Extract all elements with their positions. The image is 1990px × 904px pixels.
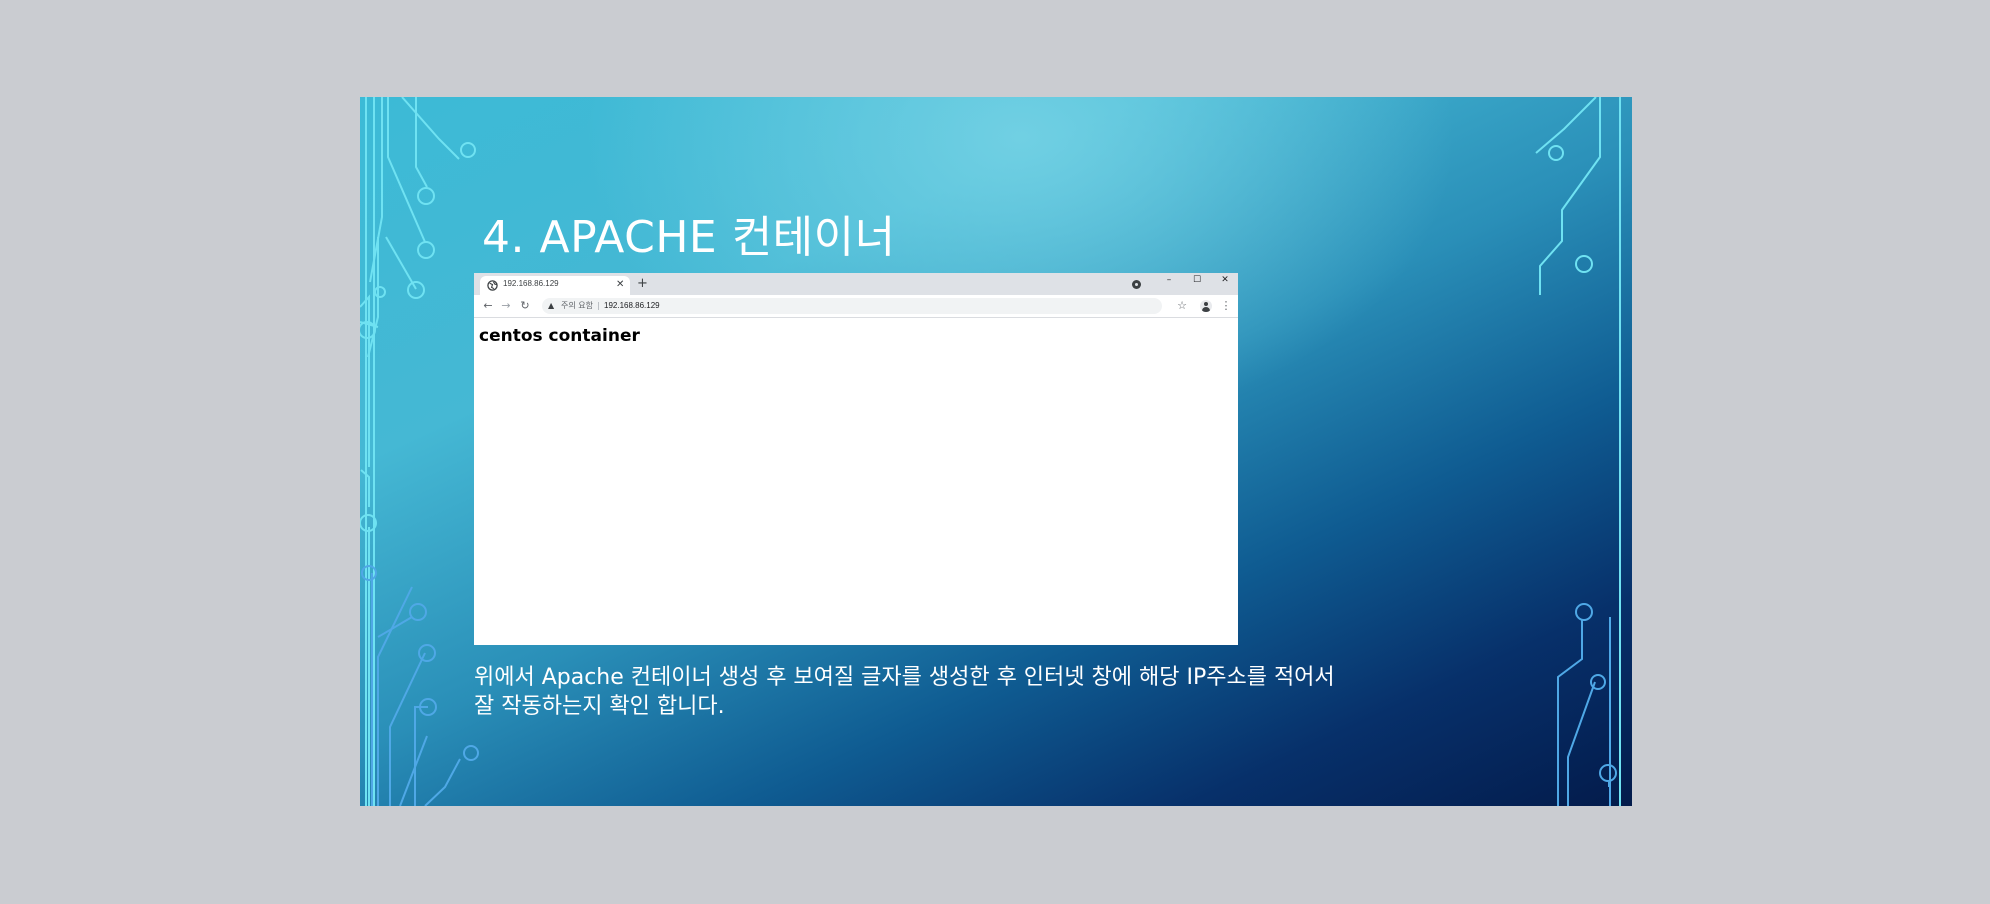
slide-caption: 위에서 Apache 컨테이너 생성 후 보여질 글자를 생성한 후 인터넷 창… xyxy=(474,663,1474,721)
maximize-button[interactable]: ☐ xyxy=(1184,273,1210,289)
window-close-button[interactable]: ✕ xyxy=(1212,273,1238,289)
browser-window-screenshot: 192.168.86.129 ✕ + – ☐ ✕ ← → ↻ ▲ 주의 요함 1… xyxy=(474,273,1238,645)
caption-line-1: 위에서 Apache 컨테이너 생성 후 보여질 글자를 생성한 후 인터넷 창… xyxy=(474,665,1335,690)
url-text[interactable]: 192.168.86.129 xyxy=(604,300,660,312)
browser-menu-icon[interactable]: ⋮ xyxy=(1218,295,1234,317)
minimize-button[interactable]: – xyxy=(1156,273,1182,289)
forward-button[interactable]: → xyxy=(498,295,514,317)
extension-icon[interactable] xyxy=(1132,280,1141,289)
page-heading: centos container xyxy=(479,326,640,346)
tab-close-icon[interactable]: ✕ xyxy=(616,277,624,293)
bookmark-star-icon[interactable]: ☆ xyxy=(1174,295,1190,317)
browser-tabstrip: 192.168.86.129 ✕ + – ☐ ✕ xyxy=(474,273,1238,295)
security-label[interactable]: 주의 요함 xyxy=(561,300,593,312)
slide: 4. APACHE 컨테이너 192.168.86.129 ✕ + – ☐ ✕ … xyxy=(360,97,1632,806)
slide-title: 4. APACHE 컨테이너 xyxy=(482,212,896,263)
caption-line-2: 잘 작동하는지 확인 합니다. xyxy=(474,694,725,719)
address-bar[interactable]: ▲ 주의 요함 192.168.86.129 xyxy=(542,298,1162,314)
reload-button[interactable]: ↻ xyxy=(517,295,533,317)
new-tab-button[interactable]: + xyxy=(637,274,648,294)
warning-icon[interactable]: ▲ xyxy=(548,300,554,312)
address-separator xyxy=(598,302,599,310)
globe-icon xyxy=(487,280,498,291)
profile-avatar[interactable] xyxy=(1200,300,1212,312)
tab-title: 192.168.86.129 xyxy=(503,279,559,288)
back-button[interactable]: ← xyxy=(480,295,496,317)
browser-tab[interactable]: 192.168.86.129 ✕ xyxy=(480,276,630,295)
browser-toolbar: ← → ↻ ▲ 주의 요함 192.168.86.129 ☆ ⋮ xyxy=(474,295,1238,318)
